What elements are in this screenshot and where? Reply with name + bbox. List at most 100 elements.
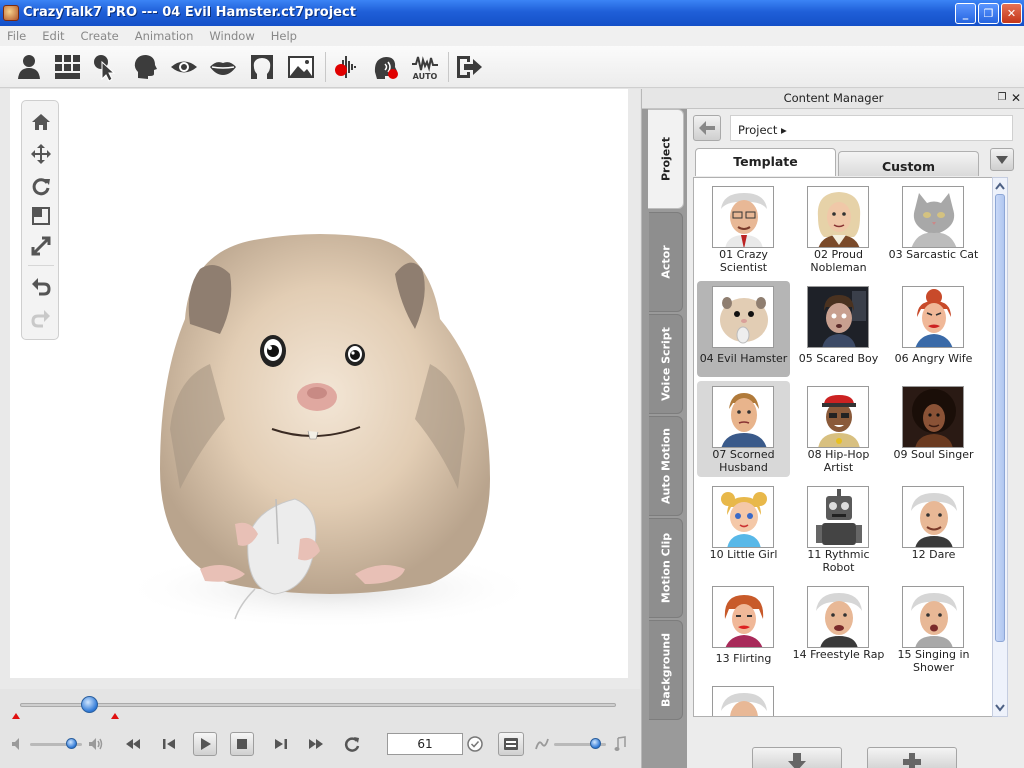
auto-label: AUTO bbox=[413, 72, 438, 81]
close-button[interactable]: ✕ bbox=[1001, 3, 1022, 24]
grid-scrollbar[interactable] bbox=[992, 177, 1008, 717]
range-end-marker[interactable] bbox=[111, 713, 119, 719]
list-item[interactable]: 14 Freestyle Rap bbox=[792, 581, 885, 677]
fast-forward-icon[interactable] bbox=[305, 733, 327, 755]
add-button[interactable] bbox=[867, 747, 957, 768]
minimize-button[interactable]: _ bbox=[955, 3, 976, 24]
pointer-icon[interactable] bbox=[88, 50, 122, 84]
home-icon[interactable] bbox=[28, 109, 54, 135]
list-item[interactable]: 10 Little Girl bbox=[697, 481, 790, 577]
tab-project[interactable]: Project bbox=[648, 109, 684, 209]
item-label: 14 Freestyle Rap bbox=[792, 648, 885, 661]
rotate-icon[interactable] bbox=[28, 173, 54, 199]
template-grid: 01 Crazy Scientist 02 Proud Nobleman 03 … bbox=[693, 177, 1000, 717]
item-label: 12 Dare bbox=[911, 548, 956, 561]
item-label: 06 Angry Wife bbox=[894, 352, 973, 365]
move-icon[interactable] bbox=[28, 141, 54, 167]
thumbnail-scared-boy bbox=[807, 286, 869, 348]
list-item[interactable]: 11 Rythmic Robot bbox=[792, 481, 885, 577]
thumbnail-hip-hop-artist bbox=[807, 386, 869, 448]
stop-button[interactable] bbox=[230, 732, 254, 756]
menu-window[interactable]: Window bbox=[201, 26, 262, 43]
menu-edit[interactable]: Edit bbox=[34, 26, 72, 43]
timeline-slider[interactable] bbox=[20, 703, 616, 707]
list-item[interactable]: 08 Hip-Hop Artist bbox=[792, 381, 885, 477]
list-item[interactable] bbox=[697, 681, 790, 716]
plus-icon bbox=[903, 753, 921, 768]
list-item-hover[interactable]: 07 Scorned Husband bbox=[697, 381, 790, 477]
hamster-actor-image bbox=[120, 234, 540, 629]
download-button[interactable] bbox=[752, 747, 842, 768]
frame-number-field[interactable]: 61 bbox=[387, 733, 463, 755]
zoom-icon[interactable] bbox=[28, 233, 54, 259]
list-item[interactable]: 09 Soul Singer bbox=[887, 381, 980, 477]
list-item[interactable]: 15 Singing in Shower bbox=[887, 581, 980, 677]
music-note-icon bbox=[609, 733, 631, 755]
scrollbar-thumb[interactable] bbox=[995, 194, 1005, 642]
list-item-selected[interactable]: 04 Evil Hamster bbox=[697, 281, 790, 377]
exit-icon[interactable] bbox=[452, 50, 486, 84]
speed-thumb[interactable] bbox=[590, 738, 601, 749]
redo-icon[interactable] bbox=[28, 305, 54, 331]
list-item[interactable]: 02 Proud Nobleman bbox=[792, 181, 885, 277]
rewind-icon[interactable] bbox=[122, 733, 144, 755]
tab-actor[interactable]: Actor bbox=[649, 212, 683, 312]
record-voice-icon[interactable] bbox=[369, 50, 403, 84]
menu-animation[interactable]: Animation bbox=[127, 26, 202, 43]
list-item[interactable]: 12 Dare bbox=[887, 481, 980, 577]
list-item[interactable]: 03 Sarcastic Cat bbox=[887, 181, 980, 277]
mouth-icon[interactable] bbox=[206, 50, 240, 84]
breadcrumb[interactable]: Project ▸ bbox=[730, 115, 1013, 141]
range-start-marker[interactable] bbox=[12, 713, 20, 719]
list-item[interactable]: 06 Angry Wife bbox=[887, 281, 980, 377]
stage-viewport[interactable] bbox=[10, 89, 628, 678]
volume-icon[interactable] bbox=[7, 733, 29, 755]
volume-thumb[interactable] bbox=[66, 738, 77, 749]
tab-template[interactable]: Template bbox=[695, 148, 836, 176]
tab-motion-clip[interactable]: Motion Clip bbox=[649, 518, 683, 618]
scale-icon[interactable] bbox=[28, 203, 54, 229]
thumbnail-sarcastic-cat bbox=[902, 186, 964, 248]
scroll-down-icon[interactable] bbox=[994, 701, 1006, 715]
auto-icon[interactable]: AUTO bbox=[408, 50, 442, 84]
timeline-toggle-button[interactable] bbox=[498, 732, 524, 756]
list-item[interactable]: 05 Scared Boy bbox=[792, 281, 885, 377]
tab-voice-script[interactable]: Voice Script bbox=[649, 314, 683, 414]
tab-auto-motion[interactable]: Auto Motion bbox=[649, 416, 683, 516]
head-icon[interactable] bbox=[128, 50, 162, 84]
restore-button[interactable]: ❐ bbox=[978, 3, 999, 24]
content-manager-panel: Content Manager ❐ ✕ Project Actor Voice … bbox=[641, 89, 1024, 768]
menu-help[interactable]: Help bbox=[263, 26, 305, 43]
image-icon[interactable] bbox=[284, 50, 318, 84]
loop-icon[interactable] bbox=[341, 733, 363, 755]
float-panel-icon[interactable]: ❐ bbox=[996, 92, 1008, 104]
item-label: 07 Scorned Husband bbox=[712, 448, 775, 474]
clock-icon[interactable] bbox=[464, 733, 486, 755]
scroll-up-icon[interactable] bbox=[994, 179, 1006, 193]
tab-custom[interactable]: Custom bbox=[838, 151, 979, 176]
thumbnail-flirting bbox=[712, 586, 774, 648]
record-icon[interactable] bbox=[330, 50, 364, 84]
eye-icon[interactable] bbox=[167, 50, 201, 84]
actor-icon[interactable] bbox=[12, 50, 46, 84]
dropdown-menu-button[interactable] bbox=[990, 148, 1014, 171]
timeline-thumb[interactable] bbox=[81, 696, 98, 713]
item-label: 08 Hip-Hop Artist bbox=[807, 448, 870, 474]
close-panel-icon[interactable]: ✕ bbox=[1010, 91, 1022, 105]
tab-background[interactable]: Background bbox=[649, 620, 683, 720]
next-frame-icon[interactable] bbox=[270, 733, 292, 755]
face-outline-icon[interactable] bbox=[245, 50, 279, 84]
window-title: CrazyTalk7 PRO --- 04 Evil Hamster.ct7pr… bbox=[23, 5, 356, 20]
menu-create[interactable]: Create bbox=[73, 26, 127, 43]
list-item[interactable]: 13 Flirting bbox=[697, 581, 790, 677]
previous-frame-icon[interactable] bbox=[158, 733, 180, 755]
grid-icon[interactable] bbox=[50, 50, 84, 84]
menu-file[interactable]: File bbox=[0, 26, 34, 43]
back-button[interactable] bbox=[693, 115, 721, 141]
content-manager-title: Content Manager bbox=[783, 91, 884, 105]
play-button[interactable] bbox=[193, 732, 217, 756]
undo-icon[interactable] bbox=[28, 273, 54, 299]
list-item[interactable]: 01 Crazy Scientist bbox=[697, 181, 790, 277]
breadcrumb-path: Project ▸ bbox=[738, 123, 787, 137]
item-label: 10 Little Girl bbox=[709, 548, 778, 561]
